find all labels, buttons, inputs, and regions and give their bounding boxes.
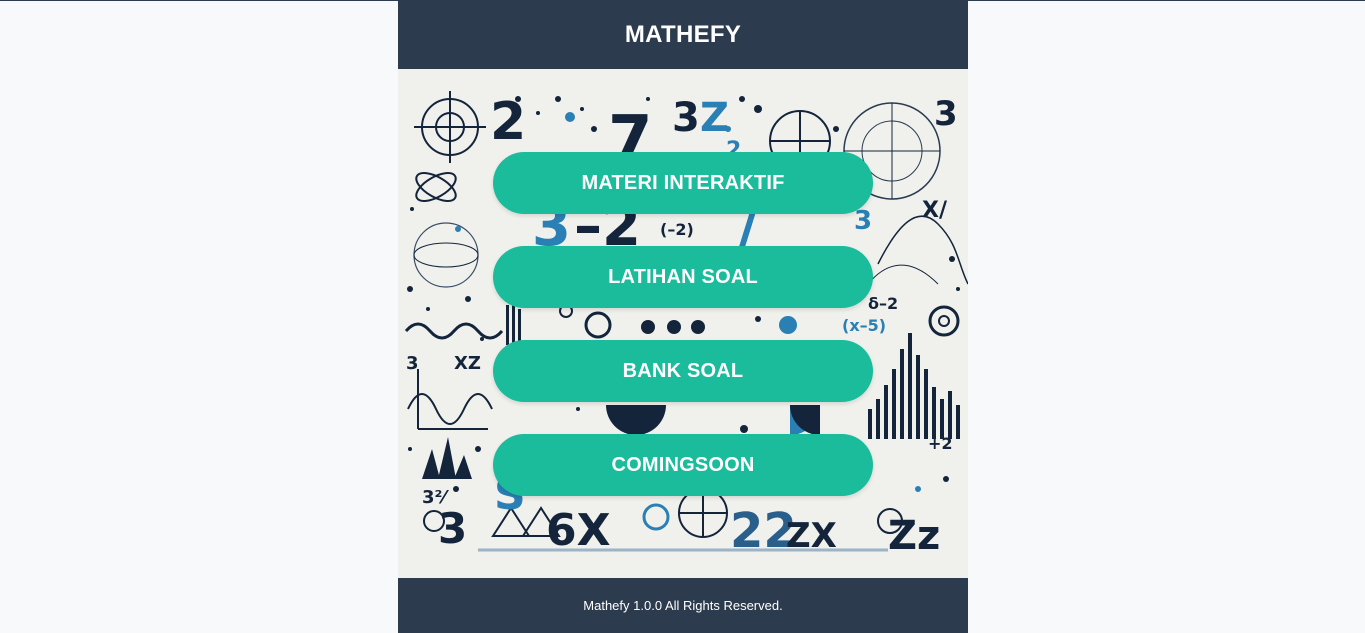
materi-interaktif-button[interactable]: MATERI INTERAKTIF (493, 152, 873, 214)
svg-text:2: 2 (490, 92, 526, 152)
comingsoon-button[interactable]: COMINGSOON (493, 434, 873, 496)
svg-text:3: 3 (438, 504, 467, 553)
svg-text:6X: 6X (546, 505, 611, 556)
footer-copyright: Mathefy 1.0.0 All Rights Reserved. (583, 598, 783, 613)
svg-text:3²⁄: 3²⁄ (422, 487, 449, 508)
bank-soal-button[interactable]: BANK SOAL (493, 340, 873, 402)
main-menu: MATERI INTERAKTIF LATIHAN SOAL BANK SOAL… (493, 152, 873, 496)
svg-text:3: 3 (934, 94, 958, 134)
svg-text:Z: Z (700, 95, 729, 141)
app-header: MATHEFY (398, 1, 968, 69)
app-container: MATHEFY 2 7 3 Z 2 3 3 X/ 3 –2 / S 3 6X 2… (398, 1, 968, 633)
svg-text:3: 3 (406, 353, 419, 374)
svg-text:3: 3 (672, 95, 700, 141)
latihan-soal-button[interactable]: LATIHAN SOAL (493, 246, 873, 308)
app-footer: Mathefy 1.0.0 All Rights Reserved. (398, 578, 968, 633)
app-title: MATHEFY (624, 21, 742, 48)
svg-text:X/: X/ (922, 198, 948, 223)
svg-text:Zz: Zz (888, 513, 940, 559)
svg-text:XZ: XZ (454, 353, 481, 374)
svg-text:+2: +2 (928, 434, 953, 453)
hero-section: 2 7 3 Z 2 3 3 X/ 3 –2 / S 3 6X 22 ZX Zz … (398, 69, 968, 578)
